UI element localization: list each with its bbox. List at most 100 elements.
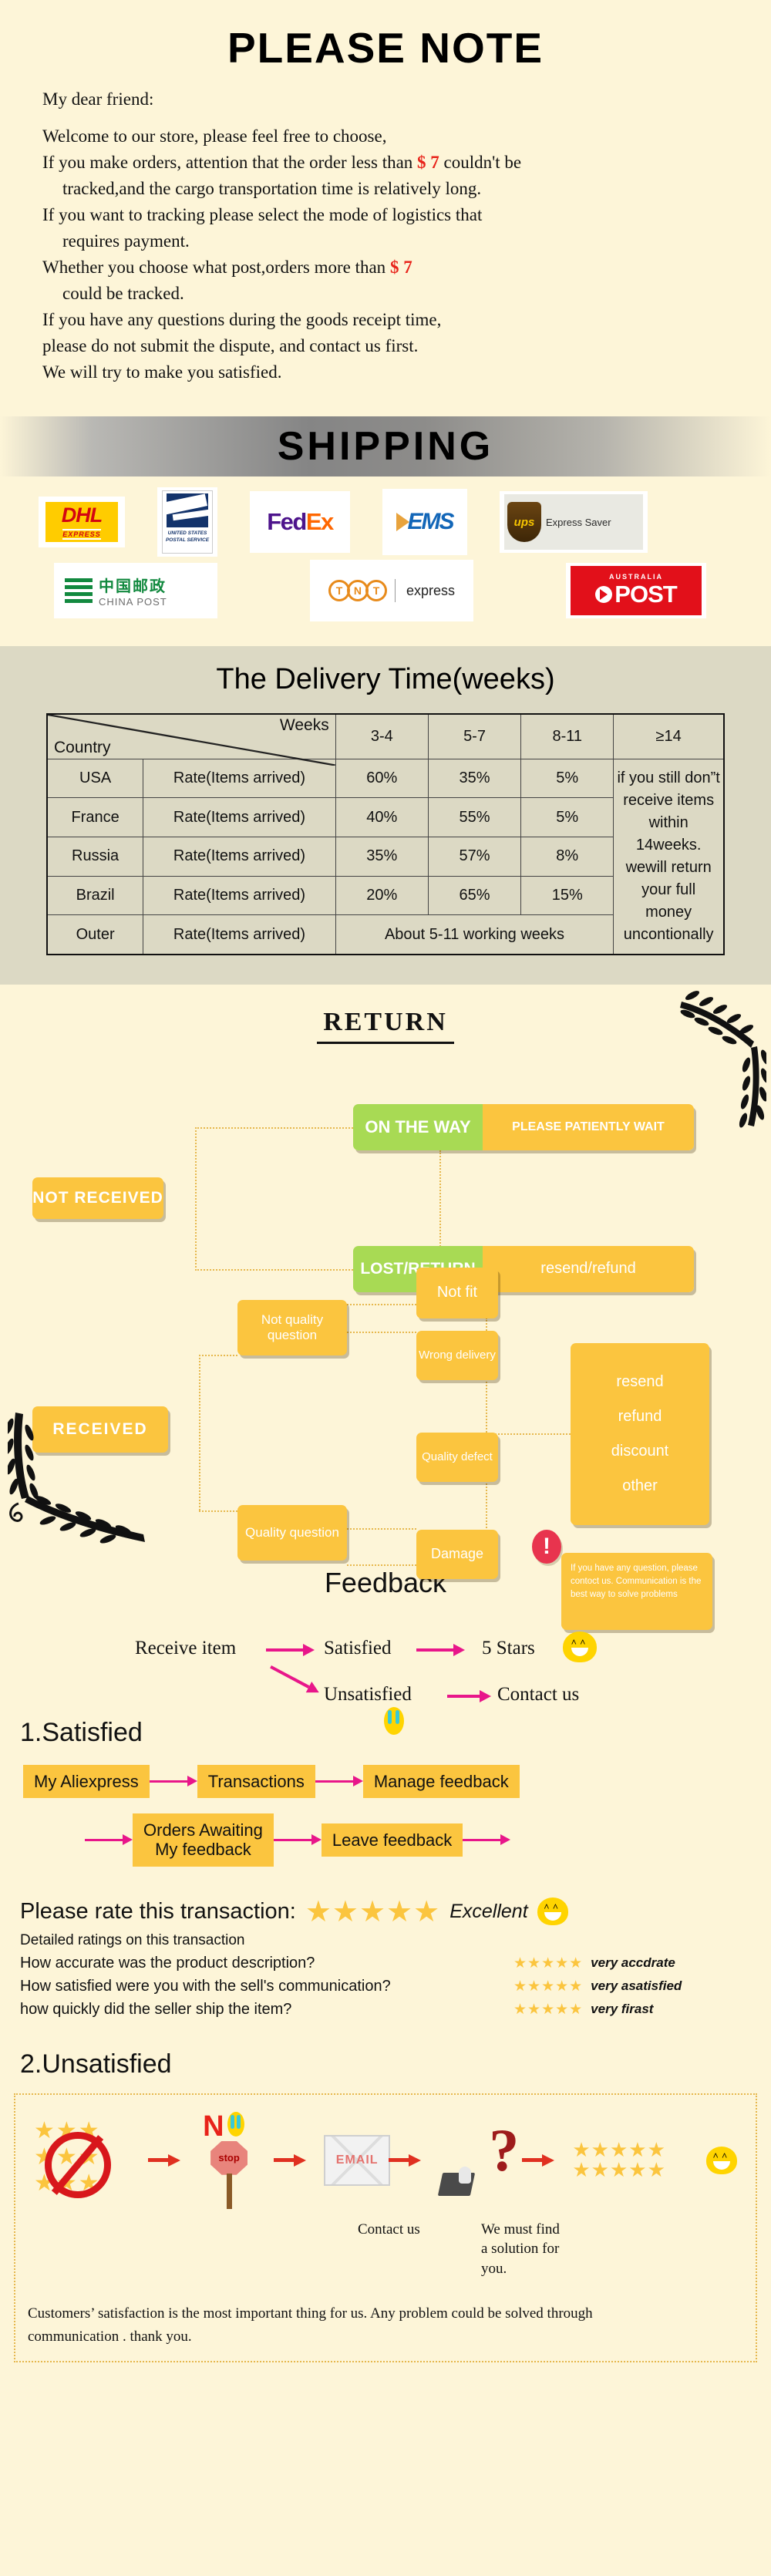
dhl-express-label: EXPRESS xyxy=(62,528,101,540)
delivery-time-table: Weeks Country 3-4 5-7 8-11 ≥14 USA Rate(… xyxy=(46,713,725,955)
smiley-eyes: ^^ xyxy=(571,1636,589,1648)
node-received[interactable]: RECEIVED xyxy=(32,1406,168,1453)
outcome-resend: resend xyxy=(616,1372,664,1390)
happy-face-icon-end: ^^ xyxy=(705,2146,737,2174)
carrier-logo-grid: DHL EXPRESS UNITED STATES POSTAL SERVICE… xyxy=(0,476,771,629)
row-country-outer: Outer xyxy=(46,914,144,955)
arrow-step-3-4 xyxy=(85,1834,133,1846)
rating-stars-shipping-speed[interactable]: ★★★★★ xyxy=(513,2001,583,2019)
node-lost-return-action: resend/refund xyxy=(483,1245,694,1292)
node-not-quality-question-label: Not quality question xyxy=(261,1312,324,1342)
outcome-discount: discount xyxy=(611,1442,669,1460)
table-header-row: Weeks Country 3-4 5-7 8-11 ≥14 xyxy=(46,713,725,766)
rating-row: how quickly did the seller ship the item… xyxy=(20,2001,751,2019)
problem-solving-icon: ? xyxy=(438,2120,524,2197)
return-title: RETURN xyxy=(317,1008,454,1044)
ems-wordmark: EMS xyxy=(407,509,454,535)
step-manage-feedback[interactable]: Manage feedback xyxy=(362,1764,520,1799)
unsatisfied-icon-flow: ★★★ ★★★ ★★★ N stop EMAIL ? ★★★★★ ★★★★★ ^… xyxy=(28,2110,743,2211)
tnt-divider xyxy=(394,579,396,603)
rating-verdict-shipping-speed: very firast xyxy=(591,2002,654,2017)
feedback-satisfied: Satisfied xyxy=(324,1637,392,1658)
note-line-6a: Whether you choose what post,orders more… xyxy=(42,258,390,278)
node-not-quality-question[interactable]: Not quality question xyxy=(237,1299,347,1355)
satisfied-section: 1.Satisfied My Aliexpress Transactions M… xyxy=(0,1710,771,1867)
rating-stars-accuracy[interactable]: ★★★★★ xyxy=(513,1955,583,1972)
arrow-step-2-3 xyxy=(315,1776,363,1787)
australia-post-logo: AUSTRALIA POST xyxy=(566,563,706,619)
stop-sign-icon: stop xyxy=(210,2140,248,2175)
note-line-2a: If you make orders, attention that the o… xyxy=(42,153,418,173)
row-rate-brazil: Rate(Items arrived) xyxy=(143,875,336,916)
node-received-label: RECEIVED xyxy=(52,1419,148,1438)
connector-to-outcomes xyxy=(486,1433,571,1435)
row-country-brazil: Brazil xyxy=(46,875,144,916)
cell-russia-8-11: 8% xyxy=(520,837,614,877)
satisfied-steps-row-2: Orders Awaiting My feedback Leave feedba… xyxy=(0,1813,771,1867)
china-post-en-label: CHINA POST xyxy=(99,596,167,608)
unsatisfied-heading: 2.Unsatisfied xyxy=(20,2049,172,2079)
no-bad-rating-icon: ★★★ ★★★ ★★★ xyxy=(34,2118,150,2203)
dhl-wordmark: DHL xyxy=(61,503,103,527)
note-line-1: Welcome to our store, please feel free t… xyxy=(42,126,387,146)
dhl-logo: DHL EXPRESS xyxy=(39,497,125,548)
rating-row: How satisfied were you with the sell's c… xyxy=(20,1978,751,1995)
node-quality-defect[interactable]: Quality defect xyxy=(416,1432,498,1482)
good-stars-grid: ★★★★★ ★★★★★ xyxy=(572,2138,666,2181)
ratings-overall-label: Excellent xyxy=(449,1900,528,1922)
caption-solution: We must find a solution for you. xyxy=(481,2220,560,2279)
connector-quality-damage xyxy=(347,1564,416,1566)
no-letter-n: N xyxy=(203,2110,224,2143)
row-country-russia: Russia xyxy=(46,837,144,877)
happy-face-mouth-end xyxy=(712,2160,730,2170)
carrier-logo-row-1: DHL EXPRESS UNITED STATES POSTAL SERVICE… xyxy=(31,487,740,557)
node-quality-defect-label: Quality defect xyxy=(422,1450,493,1464)
row-rate-outer: Rate(Items arrived) xyxy=(143,914,336,955)
node-damage[interactable]: Damage xyxy=(416,1529,498,1579)
step-orders-awaiting-my-feedback[interactable]: Orders Awaiting My feedback xyxy=(133,1813,274,1867)
connector-quality-defect xyxy=(347,1527,416,1530)
table-side-note: if you still don”t receive items within … xyxy=(613,758,725,955)
connector-notquality-notfit xyxy=(347,1303,416,1305)
step-my-aliexpress[interactable]: My Aliexpress xyxy=(23,1764,150,1799)
stop-sign-group: N stop xyxy=(198,2110,275,2211)
connector-way-to-lost xyxy=(439,1150,441,1258)
delivery-time-title: The Delivery Time(weeks) xyxy=(216,663,555,696)
node-lost-return[interactable]: LOST/RETURN resend/refund xyxy=(353,1245,694,1292)
rating-question-communication: How satisfied were you with the sell's c… xyxy=(20,1977,391,1995)
node-on-the-way[interactable]: ON THE WAY PLEASE PATIENTLY WAIT xyxy=(353,1103,694,1150)
note-line-9: please do not submit the dispute, and co… xyxy=(42,336,419,356)
node-not-received[interactable]: NOT RECEIVED xyxy=(32,1177,163,1219)
rating-stars-communication[interactable]: ★★★★★ xyxy=(513,1978,583,1995)
email-envelope-icon: EMAIL xyxy=(324,2134,391,2186)
stop-sign-pole xyxy=(227,2173,233,2209)
note-line-3: tracked,and the cargo transportation tim… xyxy=(62,179,482,199)
step-leave-feedback[interactable]: Leave feedback xyxy=(321,1823,463,1857)
step-transactions[interactable]: Transactions xyxy=(197,1764,315,1799)
note-greeting: My dear friend: xyxy=(42,89,154,109)
return-flowchart: NOT RECEIVED ON THE WAY PLEASE PATIENTLY… xyxy=(0,1052,771,1630)
corner-weeks-label: Weeks xyxy=(279,716,329,735)
row-rate-russia: Rate(Items arrived) xyxy=(143,837,336,877)
step-orders-awaiting-line2: My feedback xyxy=(155,1840,251,1860)
note-line-10: We will try to make you satisfied. xyxy=(42,362,282,382)
return-title-wrap: RETURN xyxy=(0,1008,771,1044)
node-wrong-delivery[interactable]: Wrong delivery xyxy=(416,1330,498,1380)
cell-usa-3-4: 60% xyxy=(335,758,429,799)
tnt-letter-t2: T xyxy=(365,580,387,602)
table-corner-cell: Weeks Country xyxy=(46,713,336,766)
node-outcomes[interactable]: resend refund discount other xyxy=(571,1342,709,1525)
node-quality-question[interactable]: Quality question xyxy=(237,1504,347,1561)
stop-sign-label: stop xyxy=(218,2152,240,2164)
ems-logo: EMS xyxy=(382,489,467,556)
corner-country-label: Country xyxy=(54,738,111,756)
australia-post-top-label: AUSTRALIA xyxy=(609,573,663,581)
node-not-fit[interactable]: Not fit xyxy=(416,1267,498,1318)
cell-usa-8-11: 5% xyxy=(520,758,614,799)
australia-post-wordmark: POST xyxy=(614,581,677,608)
page-title: PLEASE NOTE xyxy=(227,24,544,72)
email-label: EMAIL xyxy=(335,2153,379,2167)
cell-brazil-3-4: 20% xyxy=(335,875,429,916)
ratings-overall-stars[interactable]: ★★★★★ xyxy=(305,1894,440,1929)
unsatisfied-flow-box: ★★★ ★★★ ★★★ N stop EMAIL ? ★★★★★ ★★★★★ ^… xyxy=(14,2093,757,2363)
